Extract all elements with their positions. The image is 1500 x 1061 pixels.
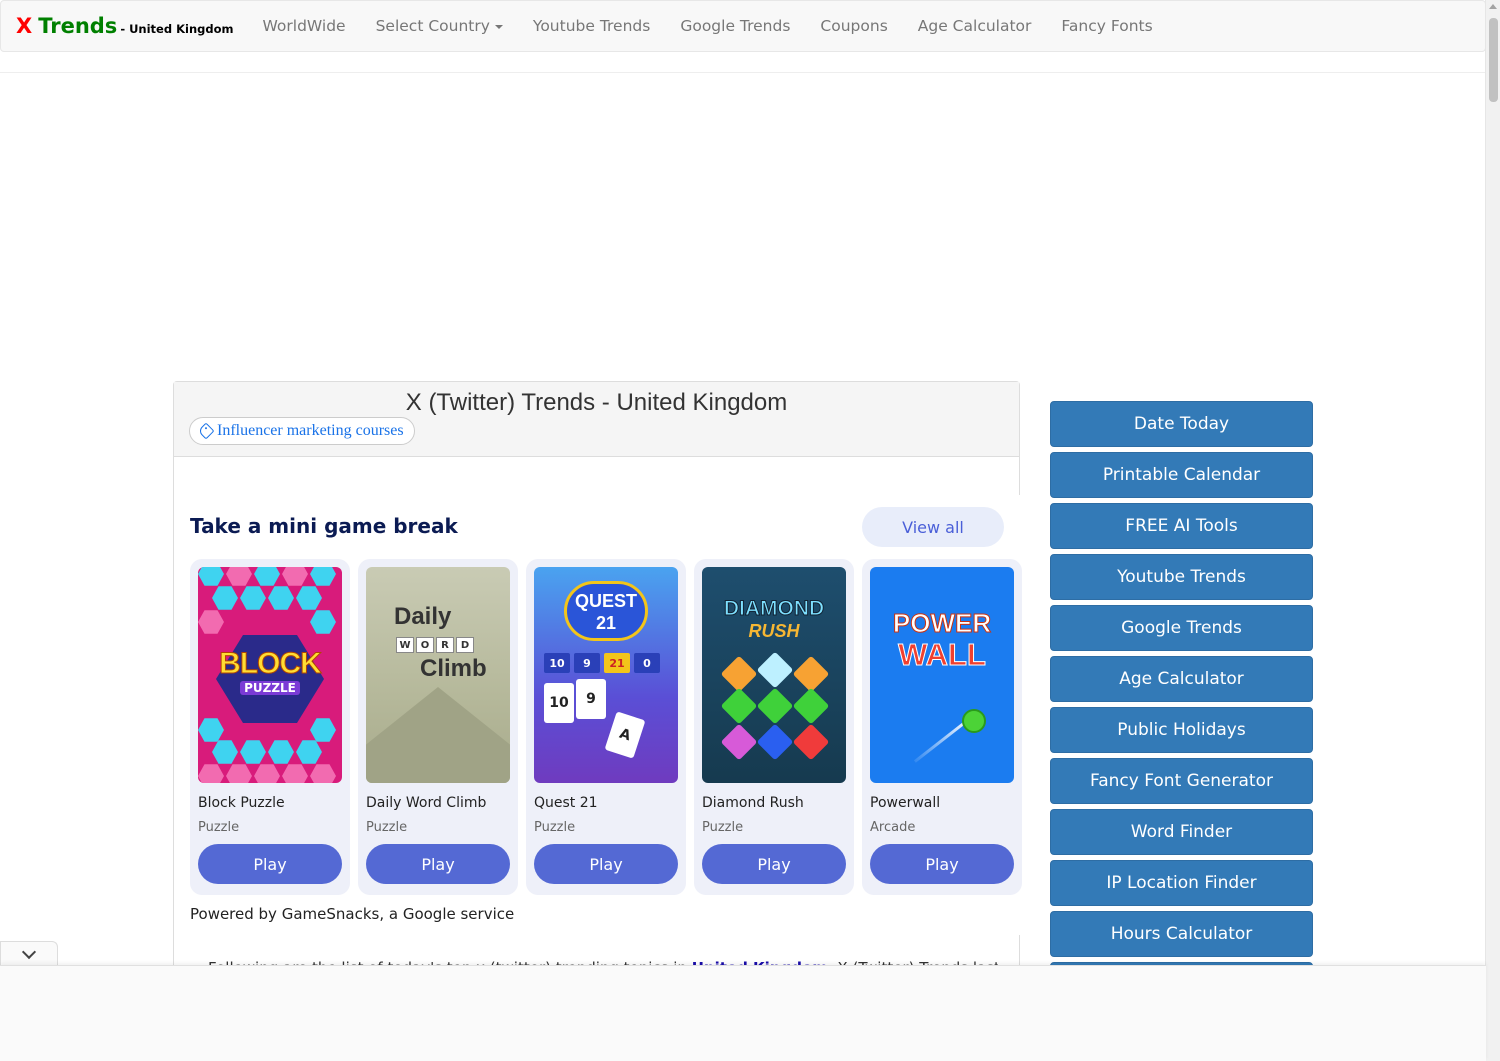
sidebar-ip-location-finder[interactable]: IP Location Finder [1050, 860, 1313, 906]
nav-select-country[interactable]: Select Country [361, 17, 518, 35]
sidebar-google-trends[interactable]: Google Trends [1050, 605, 1313, 651]
diamond-art-title: DIAMOND [723, 597, 825, 621]
tools-sidebar: Date Today Printable Calendar FREE AI To… [1050, 401, 1313, 975]
quest-21-thumbnail[interactable]: QUEST 21 10 9 21 0 10 9 A [534, 567, 678, 783]
view-all-button[interactable]: View all [862, 507, 1004, 547]
word-tile: W [396, 637, 414, 653]
brand-trends: Trends [38, 14, 118, 38]
nav-youtube-trends[interactable]: Youtube Trends [518, 17, 665, 35]
scroll-up-arrow-icon[interactable] [1489, 4, 1497, 9]
sidebar-hours-calculator[interactable]: Hours Calculator [1050, 911, 1313, 957]
word-climb-art-daily: Daily [394, 603, 452, 630]
block-puzzle-art-title: BLOCK [219, 647, 323, 681]
block-puzzle-art-subtitle: PUZZLE [240, 681, 300, 695]
quest-art-number: 21 [595, 613, 617, 633]
nav-select-country-label: Select Country [375, 17, 490, 35]
games-heading: Take a mini game break [190, 514, 458, 538]
quest-tile: 0 [634, 653, 660, 673]
nav-fancy-fonts[interactable]: Fancy Fonts [1046, 17, 1167, 35]
mini-games-module: Take a mini game break View all BLOCK PU… [174, 495, 1022, 935]
caret-down-icon [494, 24, 503, 29]
game-card[interactable]: Daily W O R D Climb Daily Word Climb Puz… [358, 559, 518, 895]
sidebar-youtube-trends[interactable]: Youtube Trends [1050, 554, 1313, 600]
play-button[interactable]: Play [366, 844, 510, 884]
game-card[interactable]: BLOCK PUZZLE Block Puzzle Puzzle Play [190, 559, 350, 895]
quest-art-tiles: 10 9 21 0 [544, 653, 660, 673]
powerwall-art-power: POWER [892, 608, 992, 639]
bottom-anchor-ad [0, 965, 1486, 1061]
scroll-thumb[interactable] [1489, 18, 1498, 102]
play-button[interactable]: Play [870, 844, 1014, 884]
game-category: Puzzle [366, 820, 408, 835]
game-card[interactable]: QUEST 21 10 9 21 0 10 9 A Quest 21 Puzzle… [526, 559, 686, 895]
tag-icon [197, 422, 215, 440]
page-scrollbar[interactable] [1485, 0, 1500, 1061]
block-puzzle-thumbnail[interactable]: BLOCK PUZZLE [198, 567, 342, 783]
page-title: X (Twitter) Trends - United Kingdom [405, 389, 788, 416]
word-tile: R [436, 637, 454, 653]
nav-coupons[interactable]: Coupons [805, 17, 902, 35]
game-name: Daily Word Climb [366, 795, 487, 811]
word-climb-art-climb: Climb [420, 655, 487, 682]
quest-tile: 10 [544, 653, 570, 673]
game-name: Powerwall [870, 795, 941, 811]
game-name: Block Puzzle [198, 795, 285, 811]
daily-word-climb-thumbnail[interactable]: Daily W O R D Climb [366, 567, 510, 783]
influencer-courses-label: Influencer marketing courses [217, 422, 404, 439]
game-category: Puzzle [702, 820, 744, 835]
quest-art-word: QUEST [574, 591, 637, 611]
word-tile: D [456, 637, 474, 653]
nav-google-trends[interactable]: Google Trends [665, 17, 805, 35]
play-button[interactable]: Play [198, 844, 342, 884]
word-tile: O [416, 637, 434, 653]
game-name: Quest 21 [534, 795, 598, 811]
game-category: Puzzle [534, 820, 576, 835]
powerwall-thumbnail[interactable]: POWER WALL [870, 567, 1014, 783]
top-navbar: X Trends - United Kingdom WorldWide Sele… [0, 0, 1486, 52]
quest-tile: 21 [604, 653, 630, 673]
word-climb-art-tiles: W O R D [396, 637, 474, 653]
game-category: Arcade [870, 820, 916, 835]
sidebar-word-finder[interactable]: Word Finder [1050, 809, 1313, 855]
diamond-art-subtitle: RUSH [748, 621, 800, 641]
brand-logo[interactable]: X Trends - United Kingdom [1, 14, 247, 38]
game-card[interactable]: DIAMOND RUSH Diamond Rush Puzzle Play [694, 559, 854, 895]
quest-card: 10 [544, 683, 574, 723]
nav-worldwide[interactable]: WorldWide [247, 17, 360, 35]
game-name: Diamond Rush [702, 795, 804, 811]
sidebar-printable-calendar[interactable]: Printable Calendar [1050, 452, 1313, 498]
play-button[interactable]: Play [534, 844, 678, 884]
powerwall-art-wall: WALL [898, 637, 987, 672]
powered-by-text: Powered by GameSnacks, a Google service [190, 905, 515, 923]
sidebar-age-calculator[interactable]: Age Calculator [1050, 656, 1313, 702]
nav-age-calculator[interactable]: Age Calculator [903, 17, 1047, 35]
header-divider [0, 72, 1486, 73]
quest-card: 9 [576, 679, 606, 719]
game-category: Puzzle [198, 820, 240, 835]
brand-country: - United Kingdom [120, 22, 234, 36]
diamond-rush-thumbnail[interactable]: DIAMOND RUSH [702, 567, 846, 783]
play-button[interactable]: Play [702, 844, 846, 884]
sidebar-free-ai-tools[interactable]: FREE AI Tools [1050, 503, 1313, 549]
powerwall-art-title: POWER WALL [880, 607, 1004, 672]
chevron-down-icon [21, 944, 37, 960]
sidebar-fancy-font-generator[interactable]: Fancy Font Generator [1050, 758, 1313, 804]
quest-card: A [604, 711, 646, 759]
brand-x: X [16, 14, 33, 38]
quest-art-title: QUEST 21 [564, 581, 648, 641]
collapse-ad-button[interactable] [0, 941, 58, 967]
sidebar-public-holidays[interactable]: Public Holidays [1050, 707, 1313, 753]
influencer-courses-chip[interactable]: Influencer marketing courses [189, 417, 415, 445]
sidebar-date-today[interactable]: Date Today [1050, 401, 1313, 447]
quest-tile: 9 [574, 653, 600, 673]
panel-heading: X (Twitter) Trends - United Kingdom Infl… [174, 382, 1019, 457]
game-card[interactable]: POWER WALL Powerwall Arcade Play [862, 559, 1022, 895]
